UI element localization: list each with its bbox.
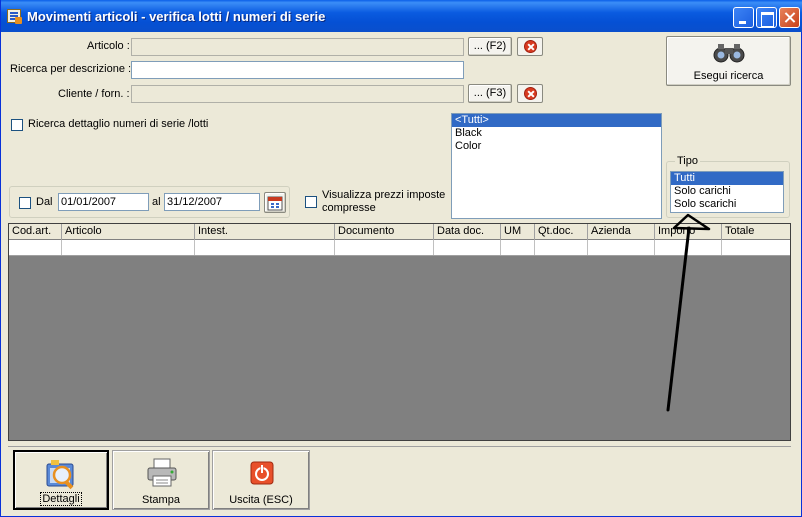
- stampa-label: Stampa: [142, 494, 180, 506]
- details-magnifier-icon: [46, 460, 74, 490]
- close-button[interactable]: [779, 7, 800, 28]
- dal-checkbox[interactable]: [19, 197, 31, 209]
- list-item[interactable]: <Tutti>: [452, 114, 661, 127]
- app-list-icon: [7, 9, 22, 24]
- table-cell[interactable]: [195, 240, 335, 255]
- table-cell[interactable]: [501, 240, 535, 255]
- uscita-label: Uscita (ESC): [229, 494, 293, 506]
- list-item[interactable]: Color: [452, 140, 661, 153]
- column-header[interactable]: Intest.: [195, 224, 335, 240]
- column-header[interactable]: Documento: [335, 224, 434, 240]
- calendar-icon: [267, 196, 283, 211]
- column-header[interactable]: Totale: [722, 224, 790, 240]
- cliente-clear-button[interactable]: [517, 84, 543, 103]
- articolo-lookup-button[interactable]: ... (F2): [468, 37, 512, 56]
- main-window: Movimenti articoli - verifica lotti / nu…: [0, 0, 802, 517]
- dettaglio-label: Ricerca dettaglio numeri di serie /lotti: [28, 118, 209, 130]
- color-listbox[interactable]: <Tutti> Black Color: [451, 113, 662, 219]
- column-header[interactable]: Azienda: [588, 224, 655, 240]
- calendar-button[interactable]: [264, 192, 286, 213]
- prezzi-checkbox[interactable]: [305, 196, 317, 208]
- dal-label: Dal: [36, 196, 53, 208]
- al-date-input[interactable]: 31/12/2007: [164, 193, 260, 211]
- clear-icon: [524, 40, 537, 53]
- cliente-field[interactable]: [131, 85, 464, 103]
- esegui-ricerca-label: Esegui ricerca: [693, 70, 764, 82]
- results-grid[interactable]: Cod.art. Articolo Intest. Documento Data…: [8, 223, 791, 441]
- articolo-field[interactable]: [131, 38, 464, 56]
- stampa-button[interactable]: Stampa: [112, 450, 210, 510]
- cliente-label: Cliente / forn. :: [58, 88, 130, 100]
- table-cell[interactable]: [335, 240, 434, 255]
- table-cell[interactable]: [535, 240, 588, 255]
- tipo-listbox[interactable]: Tutti Solo carichi Solo scarichi: [670, 171, 784, 213]
- prezzi-label-line2: compresse: [322, 202, 376, 214]
- dettagli-button[interactable]: Dettagli: [13, 450, 109, 510]
- table-row[interactable]: [9, 240, 790, 256]
- dal-date-input[interactable]: 01/01/2007: [58, 193, 149, 211]
- list-item[interactable]: Solo scarichi: [671, 198, 783, 211]
- descrizione-label: Ricerca per descrizione :: [10, 63, 132, 75]
- table-cell[interactable]: [9, 240, 62, 255]
- column-header[interactable]: Data doc.: [434, 224, 501, 240]
- title-bar[interactable]: Movimenti articoli - verifica lotti / nu…: [1, 0, 802, 32]
- articolo-clear-button[interactable]: [517, 37, 543, 56]
- clear-icon: [524, 87, 537, 100]
- list-item[interactable]: Black: [452, 127, 661, 140]
- descrizione-input[interactable]: [131, 61, 464, 79]
- articolo-label: Articolo :: [87, 40, 130, 52]
- tipo-title: Tipo: [675, 155, 700, 167]
- table-cell[interactable]: [655, 240, 722, 255]
- prezzi-label-line1: Visualizza prezzi imposte: [322, 189, 446, 201]
- binoculars-icon: [713, 44, 745, 63]
- minimize-button[interactable]: [733, 7, 754, 28]
- esegui-ricerca-button[interactable]: Esegui ricerca: [666, 36, 791, 86]
- column-header[interactable]: Importo: [655, 224, 722, 240]
- column-header[interactable]: Cod.art.: [9, 224, 62, 240]
- column-header[interactable]: Articolo: [62, 224, 195, 240]
- dettaglio-checkbox[interactable]: [11, 119, 23, 131]
- table-cell[interactable]: [434, 240, 501, 255]
- list-item[interactable]: Solo carichi: [671, 185, 783, 198]
- column-header[interactable]: Qt.doc.: [535, 224, 588, 240]
- window-title: Movimenti articoli - verifica lotti / nu…: [27, 9, 326, 24]
- table-cell[interactable]: [722, 240, 790, 255]
- dettagli-label: Dettagli: [40, 492, 82, 506]
- al-label: al: [152, 196, 161, 208]
- uscita-button[interactable]: Uscita (ESC): [212, 450, 310, 510]
- column-header[interactable]: UM: [501, 224, 535, 240]
- grid-header: Cod.art. Articolo Intest. Documento Data…: [9, 224, 790, 240]
- printer-icon: [147, 458, 177, 487]
- cliente-lookup-button[interactable]: ... (F3): [468, 84, 512, 103]
- table-cell[interactable]: [62, 240, 195, 255]
- table-cell[interactable]: [588, 240, 655, 255]
- power-exit-icon: [250, 461, 274, 485]
- maximize-button[interactable]: [756, 7, 777, 28]
- list-item[interactable]: Tutti: [671, 172, 783, 185]
